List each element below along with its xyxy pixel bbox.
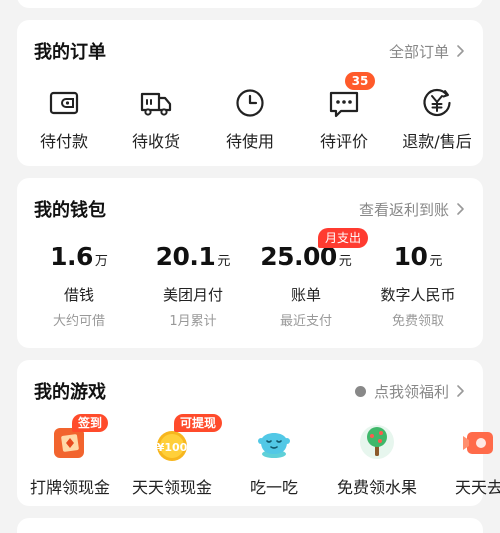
order-refund[interactable]: 退款/售后 bbox=[392, 86, 482, 152]
order-label: 待收货 bbox=[131, 132, 180, 151]
chevron-right-icon bbox=[457, 203, 464, 215]
game-daily-go[interactable]: 天天去 bbox=[424, 422, 500, 498]
amount-number: 20.1 bbox=[155, 242, 216, 271]
games-header: 我的游戏 点我领福利 bbox=[34, 378, 467, 404]
game-icon-wrap: 签到 bbox=[50, 414, 109, 462]
game-card-cash[interactable]: 签到 打牌领现金 bbox=[15, 414, 125, 498]
claim-welfare-link[interactable]: 点我领福利 bbox=[354, 381, 467, 402]
amount-unit: 万 bbox=[94, 254, 108, 269]
order-label: 待使用 bbox=[225, 132, 274, 151]
game-tag: 签到 bbox=[72, 414, 109, 432]
chevron-right-icon bbox=[457, 385, 464, 397]
all-orders-link[interactable]: 全部订单 bbox=[389, 41, 467, 62]
chevron-right-icon bbox=[457, 45, 464, 57]
amount-number: 10 bbox=[393, 242, 428, 271]
orders-title: 我的订单 bbox=[34, 42, 106, 63]
wallet-header: 我的钱包 查看返利到账 bbox=[34, 196, 467, 222]
wallet-label: 账单 bbox=[290, 286, 321, 304]
wallet-amount: 10 元 bbox=[358, 242, 478, 276]
order-pending-use[interactable]: 待使用 bbox=[205, 86, 295, 152]
view-rebate-label: 查看返利到账 bbox=[358, 200, 449, 219]
wallet-sub: 1月累计 bbox=[169, 314, 217, 329]
all-orders-label: 全部订单 bbox=[388, 42, 449, 61]
claim-welfare-label: 点我领福利 bbox=[373, 382, 449, 401]
wallet-sub: 免费领取 bbox=[391, 314, 444, 329]
wallet-sub: 最近支付 bbox=[279, 314, 332, 329]
wallet-amount: 20.1 元 bbox=[133, 242, 253, 276]
coin-text: ¥100 bbox=[157, 441, 188, 454]
order-label: 退款/售后 bbox=[402, 132, 472, 151]
game-tag: 可提现 bbox=[174, 414, 223, 432]
wallet-loan[interactable]: 1.6 万 借钱 大约可借 bbox=[19, 242, 139, 329]
amount-unit: 元 bbox=[429, 254, 443, 269]
game-label: 吃一吃 bbox=[249, 478, 298, 497]
game-free-fruit[interactable]: 免费领水果 bbox=[322, 422, 432, 498]
top-card-partial bbox=[17, 0, 483, 8]
game-label: 天天去 bbox=[454, 478, 500, 497]
game-label: 天天领现金 bbox=[131, 478, 212, 497]
game-label: 打牌领现金 bbox=[29, 478, 110, 497]
eat-mascot-icon bbox=[258, 433, 290, 458]
wallet-title: 我的钱包 bbox=[34, 200, 106, 221]
game-label: 免费领水果 bbox=[336, 478, 417, 497]
order-pending-review[interactable]: 35 待评价 bbox=[299, 72, 389, 152]
order-pending-payment[interactable]: 待付款 bbox=[19, 86, 109, 152]
fruit-tree-icon bbox=[360, 425, 394, 459]
game-icon-wrap: ¥100 可提现 bbox=[152, 414, 223, 462]
games-title: 我的游戏 bbox=[34, 382, 106, 403]
amount-unit: 元 bbox=[338, 254, 352, 269]
amount-unit: 元 bbox=[217, 254, 231, 269]
amount-number: 1.6 bbox=[50, 242, 93, 271]
game-row: 签到 打牌领现金 ¥100 可提现 天天领现金 吃一吃 免费领水果 天天去 bbox=[15, 414, 500, 502]
wallet-sub: 大约可借 bbox=[52, 314, 105, 329]
delivery-truck-icon bbox=[140, 92, 172, 116]
wallet-monthly-pay[interactable]: 20.1 元 美团月付 1月累计 bbox=[133, 242, 253, 329]
wallet-label: 数字人民币 bbox=[380, 286, 456, 304]
clock-icon bbox=[236, 89, 264, 117]
orders-header: 我的订单 全部订单 bbox=[34, 38, 467, 64]
wallet-icon bbox=[49, 91, 79, 115]
wallet-bill[interactable]: 月支出 25.00 元 账单 最近支付 bbox=[246, 228, 369, 329]
order-label: 待付款 bbox=[39, 132, 88, 151]
order-status-row: 待付款 待收货 待使用 35 待评价 退款/售后 bbox=[17, 72, 483, 156]
dot-icon bbox=[354, 385, 366, 397]
my-games-card: 我的游戏 点我领福利 签到 打牌领现金 ¥100 可提现 天天领现金 吃一吃 免… bbox=[15, 360, 500, 506]
bottom-card-partial bbox=[17, 518, 483, 533]
my-wallet-card: 我的钱包 查看返利到账 1.6 万 借钱 大约可借 20.1 元 美团月付 1月… bbox=[17, 178, 483, 348]
wallet-digital-rmb[interactable]: 10 元 数字人民币 免费领取 bbox=[358, 242, 478, 329]
order-label: 待评价 bbox=[319, 132, 368, 151]
wallet-label: 美团月付 bbox=[162, 286, 223, 304]
comment-icon-wrap: 35 bbox=[327, 72, 375, 120]
wallet-row: 1.6 万 借钱 大约可借 20.1 元 美团月付 1月累计 月支出 25.00… bbox=[17, 228, 483, 338]
review-count-badge: 35 bbox=[345, 72, 375, 90]
wallet-amount: 1.6 万 bbox=[19, 242, 139, 276]
order-pending-delivery[interactable]: 待收货 bbox=[111, 86, 201, 152]
view-rebate-link[interactable]: 查看返利到账 bbox=[359, 199, 467, 220]
wallet-label: 借钱 bbox=[63, 286, 94, 304]
game-partial-icon bbox=[463, 432, 493, 454]
game-daily-cash[interactable]: ¥100 可提现 天天领现金 bbox=[117, 414, 227, 498]
my-orders-card: 我的订单 全部订单 待付款 待收货 待使用 35 待评价 退款/售后 bbox=[17, 20, 483, 166]
game-eat[interactable]: 吃一吃 bbox=[219, 422, 329, 498]
refund-yen-icon bbox=[423, 88, 451, 117]
comment-icon bbox=[329, 91, 359, 118]
